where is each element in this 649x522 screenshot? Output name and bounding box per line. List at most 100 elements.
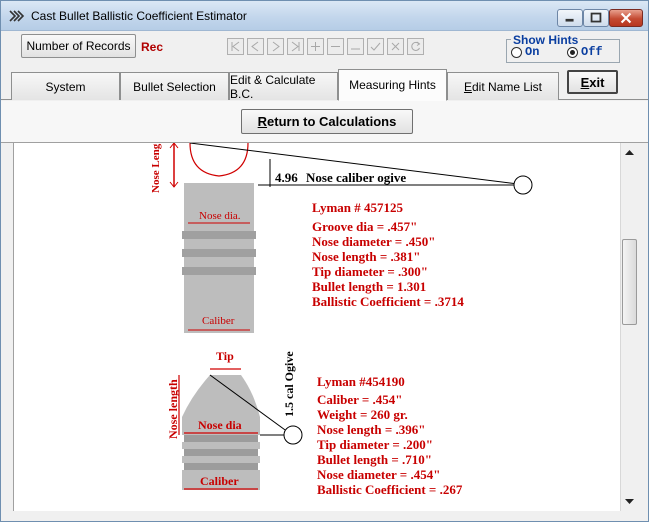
bullet1-groove (182, 267, 256, 275)
ogive-label: Nose caliber ogive (306, 170, 407, 185)
spec-line: Ballistic Coefficient = .3714 (312, 294, 464, 309)
exit-button[interactable]: Exit (567, 70, 618, 94)
delete-record-button[interactable] (327, 38, 344, 55)
prior-record-button[interactable] (247, 38, 264, 55)
hints-off-radio[interactable] (567, 47, 578, 58)
bullet2-nose-dia-label: Nose dia (198, 418, 242, 432)
spec-line: Tip diameter = .200" (317, 437, 433, 452)
tab-measuring-hints[interactable]: Measuring Hints (338, 69, 447, 101)
cancel-icon (391, 42, 400, 51)
record-navigator (227, 38, 425, 56)
spec-line: Nose diameter = .454" (317, 467, 441, 482)
scroll-down-button[interactable] (621, 493, 638, 510)
spec-line: Bullet length = 1.301 (312, 279, 427, 294)
tab-edit-name-list-label: dit Name List (471, 79, 543, 94)
bullet2-caliber-label: Caliber (200, 474, 239, 488)
bullet1-nose-length-label: Nose Leng (150, 143, 162, 193)
bullet1-caliber-label: Caliber (202, 315, 235, 327)
last-record-button[interactable] (287, 38, 304, 55)
bullet2-body (182, 442, 260, 449)
app-icon (9, 10, 25, 22)
minimize-button[interactable] (557, 9, 583, 27)
bullet2-groove (184, 449, 258, 456)
spec-line: Nose length = .381" (312, 249, 421, 264)
toolbar: Number of Records Rec Show Hints On Off (1, 31, 648, 67)
refresh-button[interactable] (407, 38, 424, 55)
bullet1-nose-arc (189, 143, 249, 177)
first-record-button[interactable] (227, 38, 244, 55)
spec-line: Bullet length = .710" (317, 452, 433, 467)
ogive-center-circle (513, 175, 533, 195)
scroll-up-icon (625, 150, 634, 155)
spec-line: Nose diameter = .450" (312, 234, 436, 249)
return-label: eturn to Calculations (267, 114, 397, 129)
spec-line: Nose length = .396" (317, 422, 426, 437)
tab-bar: System Bullet Selection Edit & Calculate… (1, 67, 648, 101)
bullet1-nose-body (184, 183, 254, 231)
measuring-hints-panel[interactable]: Nose Leng Nose dia. Caliber 4.96 Nose ca… (13, 143, 637, 511)
spec-line: Weight = 260 gr. (317, 407, 408, 422)
minus-icon (331, 46, 340, 47)
bullet2-specs: Lyman #454190 Caliber = .454" Weight = 2… (317, 374, 462, 497)
scroll-down-icon (625, 499, 634, 504)
tab-system[interactable]: System (11, 72, 120, 100)
spec-title: Lyman #454190 (317, 374, 405, 389)
bullet2-groove (184, 435, 258, 442)
exit-mnemonic: E (580, 74, 590, 90)
last-record-icon (291, 41, 300, 52)
hints-off-label[interactable]: Off (581, 45, 603, 59)
tab-edit-name-list[interactable]: Edit Name List (447, 72, 559, 100)
show-hints-title: Show Hints (511, 33, 581, 47)
bullet2-tip-label: Tip (216, 349, 234, 363)
close-button[interactable] (609, 9, 643, 27)
maximize-button[interactable] (583, 9, 609, 27)
ogive-value: 4.96 (275, 170, 298, 185)
rec-label: Rec (141, 40, 164, 54)
hints-on-radio[interactable] (511, 47, 522, 58)
return-to-calculations-button[interactable]: Return to Calculations (241, 109, 413, 134)
spec-line: Caliber = .454" (317, 392, 403, 407)
number-of-records-button[interactable]: Number of Records (21, 34, 136, 58)
bullet2-nose (182, 375, 260, 417)
hints-on-label[interactable]: On (525, 45, 539, 59)
spec-title: Lyman # 457125 (312, 200, 404, 215)
return-mnemonic: R (257, 114, 268, 129)
insert-record-button[interactable] (307, 38, 324, 55)
bullet2-nose-length-label: Nose length (166, 379, 180, 439)
spec-line: Ballistic Coefficient = .267 (317, 482, 463, 497)
next-record-button[interactable] (267, 38, 284, 55)
bullet1-body (184, 239, 254, 249)
vertical-scrollbar[interactable] (620, 143, 638, 511)
refresh-icon (411, 41, 421, 51)
exit-label: xit (589, 74, 605, 90)
bullet1-specs: Lyman # 457125 Groove dia = .457" Nose d… (312, 200, 464, 309)
post-edit-button[interactable] (367, 38, 384, 55)
scroll-thumb[interactable] (622, 239, 637, 325)
plus-icon (311, 42, 320, 51)
bullet1-band (182, 231, 256, 239)
bullet2-body (182, 456, 260, 463)
spec-line: Groove dia = .457" (312, 219, 418, 234)
action-strip: Return to Calculations (1, 101, 648, 143)
app-window: Cast Bullet Ballistic Coefficient Estima… (0, 0, 649, 522)
prior-record-icon (251, 41, 259, 52)
bullet1-nose-dia-label: Nose dia. (199, 210, 241, 222)
bullet1-groove (182, 249, 256, 257)
tab-edit-calculate[interactable]: Edit & Calculate B.C. (229, 72, 338, 101)
tab-bullet-selection[interactable]: Bullet Selection (120, 72, 229, 100)
close-icon (620, 12, 632, 24)
cancel-edit-button[interactable] (387, 38, 404, 55)
window-title: Cast Bullet Ballistic Coefficient Estima… (31, 9, 247, 23)
bullet2-groove (184, 463, 258, 470)
maximize-icon (590, 12, 602, 23)
edit-icon (351, 48, 360, 50)
next-record-icon (272, 41, 280, 52)
scroll-up-button[interactable] (621, 144, 638, 161)
bullet2-ogive-label: 1.5 cal Ogive (282, 351, 296, 417)
spec-line: Tip diameter = .300" (312, 264, 428, 279)
bullet1-body (184, 257, 254, 267)
first-record-icon (231, 41, 240, 52)
bullet2-ogive-circle (283, 425, 303, 445)
edit-record-button[interactable] (347, 38, 364, 55)
radio-selected-dot (570, 50, 575, 55)
